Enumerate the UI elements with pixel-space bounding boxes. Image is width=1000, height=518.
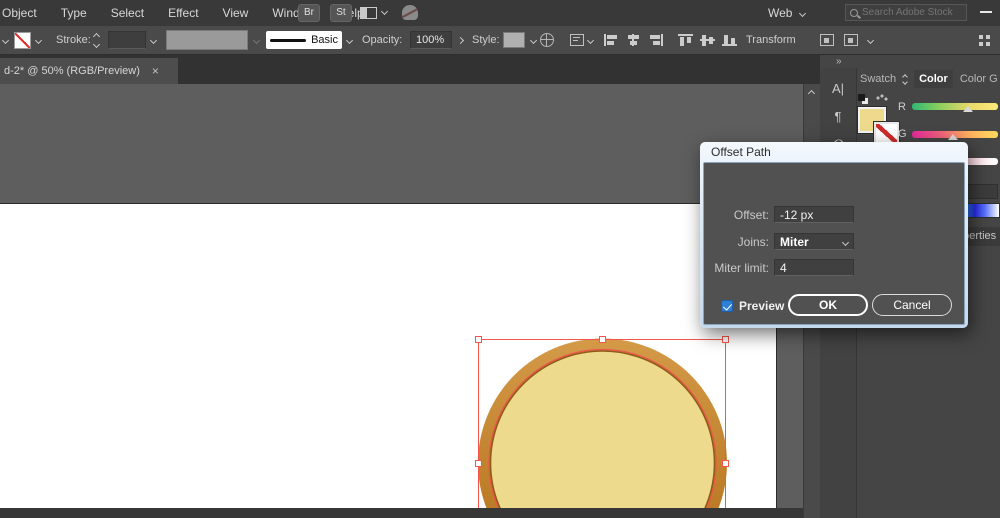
- opacity-field[interactable]: 100%: [410, 31, 452, 49]
- shape-options-chevron-icon[interactable]: [866, 36, 875, 44]
- align-horizontal-center-icon[interactable]: [626, 34, 641, 46]
- document-setup-globe-icon[interactable]: [540, 33, 554, 47]
- stroke-label: Stroke:: [56, 34, 91, 46]
- align-horizontal-left-icon[interactable]: [604, 34, 619, 46]
- offset-path-dialog: Offset Path Offset: Joins: Miter Miter l…: [700, 142, 968, 328]
- selection-handle[interactable]: [475, 460, 482, 467]
- green-slider-label: G: [898, 128, 907, 140]
- document-tab[interactable]: d-2* @ 50% (RGB/Preview) ×: [0, 58, 178, 84]
- stock-search: [845, 4, 967, 21]
- style-chevron-icon[interactable]: [529, 36, 538, 44]
- brush-chevron-icon[interactable]: [345, 36, 354, 44]
- workspace-switcher[interactable]: Web: [768, 0, 807, 26]
- menu-object[interactable]: Object: [2, 6, 51, 20]
- preview-label: Preview: [739, 299, 785, 313]
- align-vertical-bottom-icon[interactable]: [722, 34, 737, 46]
- panel-tab-row: Swatch Color Color G Align: [860, 68, 1000, 90]
- shape-options-icon[interactable]: [844, 34, 858, 46]
- isolate-selection-icon[interactable]: [820, 34, 834, 46]
- document-layout-icon[interactable]: [360, 7, 377, 19]
- search-icon: [850, 8, 858, 17]
- workspace-label: Web: [768, 6, 793, 20]
- opacity-chevron-icon[interactable]: [456, 36, 465, 44]
- miter-limit-input[interactable]: [774, 259, 854, 276]
- menu-view[interactable]: View: [223, 6, 263, 20]
- miter-limit-label: Miter limit:: [714, 261, 769, 275]
- ok-button[interactable]: OK: [788, 294, 868, 316]
- document-tab-bar: d-2* @ 50% (RGB/Preview) ×: [0, 55, 820, 84]
- opacity-label: Opacity:: [362, 34, 403, 46]
- menu-type[interactable]: Type: [61, 6, 101, 20]
- touch-workspace-icon: [402, 5, 418, 20]
- tab-swatches[interactable]: Swatch: [860, 73, 896, 85]
- color-mode-cycle-icon[interactable]: [876, 94, 888, 104]
- selection-handle[interactable]: [722, 336, 729, 343]
- stroke-weight-field[interactable]: [108, 31, 146, 49]
- illustrator-window: Object Type Select Effect View Window He…: [0, 0, 1000, 518]
- align-horizontal-right-icon[interactable]: [648, 34, 663, 46]
- character-panel-icon[interactable]: A|: [820, 81, 856, 96]
- transform-link[interactable]: Transform: [746, 34, 796, 46]
- style-swatch[interactable]: [503, 32, 525, 48]
- search-input[interactable]: [862, 7, 957, 18]
- align-vertical-center-icon[interactable]: [700, 34, 715, 46]
- document-setup-icon[interactable]: [570, 34, 584, 46]
- tab-color-guide[interactable]: Color G: [960, 73, 998, 85]
- tab-color[interactable]: Color: [914, 70, 953, 88]
- minimize-icon[interactable]: [980, 11, 992, 13]
- canvas-bottom-strip: [0, 508, 803, 518]
- selection-handle[interactable]: [475, 336, 482, 343]
- control-bar-grid-icon[interactable]: [979, 35, 990, 46]
- selection-bounding-box: [475, 336, 729, 518]
- menu-effect[interactable]: Effect: [168, 6, 212, 20]
- control-bar: Stroke: Basic Opacity: 100% Style: Trans…: [0, 26, 1000, 55]
- paragraph-panel-icon[interactable]: ¶: [820, 109, 856, 124]
- brush-stroke-preview: [270, 38, 307, 42]
- graphic-styles-panel-button[interactable]: St: [330, 4, 352, 22]
- selection-handle[interactable]: [722, 460, 729, 467]
- align-vertical-top-icon[interactable]: [678, 34, 693, 46]
- red-slider-handle[interactable]: [963, 106, 973, 112]
- joins-label: Joins:: [737, 235, 769, 249]
- joins-value: Miter: [780, 235, 809, 249]
- offset-input[interactable]: [774, 206, 854, 223]
- workspace-chevron-icon: [799, 9, 807, 17]
- brush-definition[interactable]: Basic: [266, 31, 342, 49]
- dialog-body: Offset: Joins: Miter Miter limit: Previe…: [703, 162, 965, 325]
- menubar: Object Type Select Effect View Window He…: [0, 0, 1000, 26]
- menu-select[interactable]: Select: [111, 6, 158, 20]
- document-tab-title: d-2* @ 50% (RGB/Preview): [4, 65, 140, 77]
- cancel-button[interactable]: Cancel: [872, 294, 952, 316]
- offset-label: Offset:: [733, 208, 769, 222]
- width-profile-chevron-icon: [252, 36, 261, 44]
- collapse-panels-icon[interactable]: »: [836, 56, 841, 67]
- document-setup-chevron-icon[interactable]: [586, 36, 595, 44]
- default-colors-icon[interactable]: [858, 94, 868, 104]
- brush-name: Basic: [311, 34, 338, 46]
- green-slider-handle[interactable]: [948, 134, 958, 140]
- fill-chevron-icon[interactable]: [34, 36, 43, 44]
- fill-none-swatch[interactable]: [14, 31, 31, 49]
- variable-width-profile[interactable]: [166, 30, 248, 50]
- document-tab-close-icon[interactable]: ×: [152, 64, 159, 78]
- selection-handle[interactable]: [599, 336, 606, 343]
- stroke-weight-chevron-icon[interactable]: [149, 36, 158, 44]
- panel-cycle-icon[interactable]: [902, 73, 908, 85]
- dialog-title[interactable]: Offset Path: [703, 142, 965, 162]
- canvas-area[interactable]: [0, 84, 803, 518]
- joins-chevron-icon: [841, 238, 850, 246]
- scroll-up-icon[interactable]: [807, 89, 816, 98]
- red-slider-label: R: [898, 101, 906, 113]
- preview-checkbox[interactable]: [721, 300, 733, 312]
- fill-options-chevron-icon[interactable]: [1, 36, 10, 44]
- brushes-panel-button[interactable]: Br: [298, 4, 320, 22]
- joins-select[interactable]: Miter: [774, 233, 854, 250]
- style-label: Style:: [472, 34, 500, 46]
- red-slider-track[interactable]: [912, 103, 998, 110]
